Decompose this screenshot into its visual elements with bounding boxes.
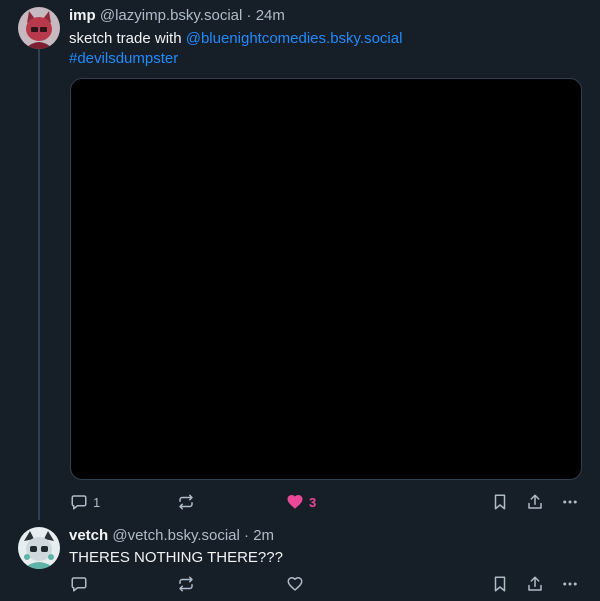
thread-connector-line <box>38 46 40 520</box>
reply-count: 1 <box>93 494 101 510</box>
heart-outline-icon <box>287 576 303 591</box>
bookmark-icon <box>494 494 506 510</box>
share-button[interactable] <box>526 573 544 595</box>
author-handle[interactable]: @vetch.bsky.social <box>112 527 240 544</box>
post-header: vetch @vetch.bsky.social · 2m <box>69 527 274 544</box>
more-options-button[interactable] <box>560 491 580 513</box>
more-options-icon <box>563 582 577 586</box>
share-icon <box>528 576 542 591</box>
reply-icon <box>71 577 87 592</box>
like-count: 3 <box>309 494 317 510</box>
teal-character-avatar-icon <box>18 527 60 569</box>
author-name[interactable]: vetch <box>69 527 108 544</box>
bookmark-icon <box>494 576 506 592</box>
post-time[interactable]: 24m <box>256 7 285 24</box>
repost-icon <box>179 576 193 592</box>
bookmark-button[interactable] <box>491 491 509 513</box>
author-name[interactable]: imp <box>69 7 96 24</box>
more-options-button[interactable] <box>560 573 580 595</box>
post-text: THERES NOTHING THERE??? <box>69 549 283 566</box>
repost-button[interactable] <box>177 491 200 513</box>
post-actions: 1 3 <box>64 491 584 513</box>
avatar[interactable] <box>18 527 60 569</box>
post-text-body: sketch trade with <box>69 30 186 47</box>
post-image[interactable] <box>70 78 582 480</box>
like-button[interactable] <box>286 573 309 595</box>
reply-icon <box>71 495 87 510</box>
red-imp-avatar-icon <box>18 7 60 49</box>
repost-button[interactable] <box>177 573 200 595</box>
mention-link[interactable]: @bluenightcomedies.bsky.social <box>186 30 403 47</box>
reply-button[interactable]: 1 <box>70 491 100 513</box>
post-time[interactable]: 2m <box>253 527 274 544</box>
bookmark-button[interactable] <box>491 573 509 595</box>
heart-filled-icon <box>287 494 303 509</box>
avatar[interactable] <box>18 7 60 49</box>
separator-dot: · <box>246 7 252 24</box>
more-options-icon <box>563 500 577 504</box>
author-handle[interactable]: @lazyimp.bsky.social <box>100 7 243 24</box>
repost-icon <box>179 494 193 510</box>
like-button[interactable]: 3 <box>286 491 316 513</box>
share-button[interactable] <box>526 491 544 513</box>
share-icon <box>528 494 542 509</box>
post-text: sketch trade with @bluenightcomedies.bsk… <box>69 29 402 69</box>
reply-button[interactable] <box>70 573 93 595</box>
separator-dot: · <box>244 527 250 544</box>
post-header: imp @lazyimp.bsky.social · 24m <box>69 7 285 24</box>
post-actions <box>64 573 584 595</box>
hashtag-link[interactable]: #devilsdumpster <box>69 50 178 67</box>
